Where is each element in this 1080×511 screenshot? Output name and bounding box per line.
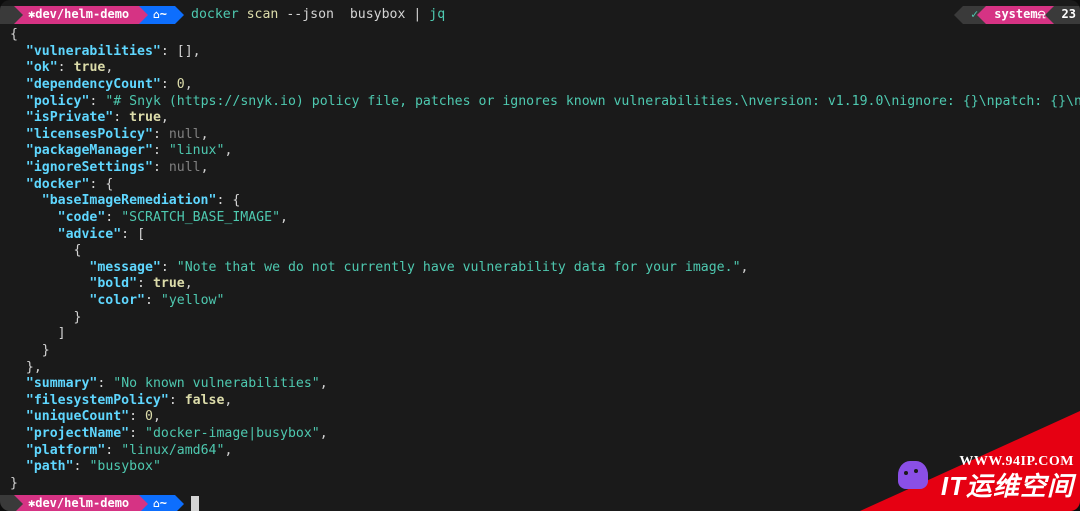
time-segment: 23: [1054, 6, 1080, 24]
cursor[interactable]: [191, 496, 199, 511]
time-value: 23: [1062, 7, 1076, 22]
home-tilde-2: ~: [160, 496, 167, 511]
val-advice-color: yellow: [169, 293, 217, 308]
terminal-window: ✱ dev/helm-demo ⌂ ~ docker scan --json b…: [0, 0, 1080, 511]
podman-seal-icon: [898, 461, 928, 489]
cwd-path-2: dev/helm-demo: [35, 496, 129, 511]
prompt-row-bottom[interactable]: ✱ dev/helm-demo ⌂ ~: [0, 495, 1080, 511]
val-path: busybox: [97, 459, 153, 474]
val-summary: No known vulnerabilities: [121, 376, 312, 391]
json-output[interactable]: { "vulnerabilities": [], "ok": true, "de…: [0, 26, 1080, 495]
val-fspolicy: false: [185, 393, 225, 408]
val-ok: true: [74, 60, 106, 75]
cmd-jq: jq: [429, 7, 445, 22]
cmd-scan: scan: [247, 7, 279, 22]
command-line[interactable]: docker scan --json busybox | jq: [191, 7, 445, 24]
path-segment-2: ✱ dev/helm-demo: [14, 495, 139, 511]
val-remed-code: SCRATCH_BASE_IMAGE: [129, 210, 272, 225]
val-depcount: 0: [177, 77, 185, 92]
prompt-row-top[interactable]: ✱ dev/helm-demo ⌂ ~ docker scan --json b…: [0, 6, 1080, 24]
apple-segment: [0, 6, 14, 24]
val-uniquecount: 0: [145, 409, 153, 424]
home-icon: ⌂: [153, 497, 160, 511]
system-segment: system ⍾: [986, 6, 1053, 24]
cmd-pipe: |: [413, 7, 421, 22]
val-policy: # Snyk (https://snyk.io) policy file, pa…: [113, 94, 1080, 109]
cmd-target: busybox: [350, 7, 406, 22]
cmd-flag: --json: [286, 7, 334, 22]
apple-segment-2: [0, 495, 14, 511]
val-advice-msg: Note that we do not currently have vulne…: [185, 260, 733, 275]
cwd-path: dev/helm-demo: [35, 7, 129, 22]
val-advice-bold: true: [153, 276, 185, 291]
right-prompt: ✓ system ⍾ 23: [963, 6, 1080, 24]
home-tilde: ~: [160, 7, 167, 22]
system-label: system: [994, 7, 1037, 22]
val-pkgmgr: linux: [177, 143, 217, 158]
val-platform: linux/amd64: [129, 443, 216, 458]
podman-logo: [898, 461, 928, 489]
val-isprivate: true: [129, 110, 161, 125]
val-projectname: docker-image|busybox: [153, 426, 312, 441]
home-icon: ⌂: [153, 8, 160, 22]
cmd-docker: docker: [191, 7, 239, 22]
path-segment: ✱ dev/helm-demo: [14, 6, 139, 24]
